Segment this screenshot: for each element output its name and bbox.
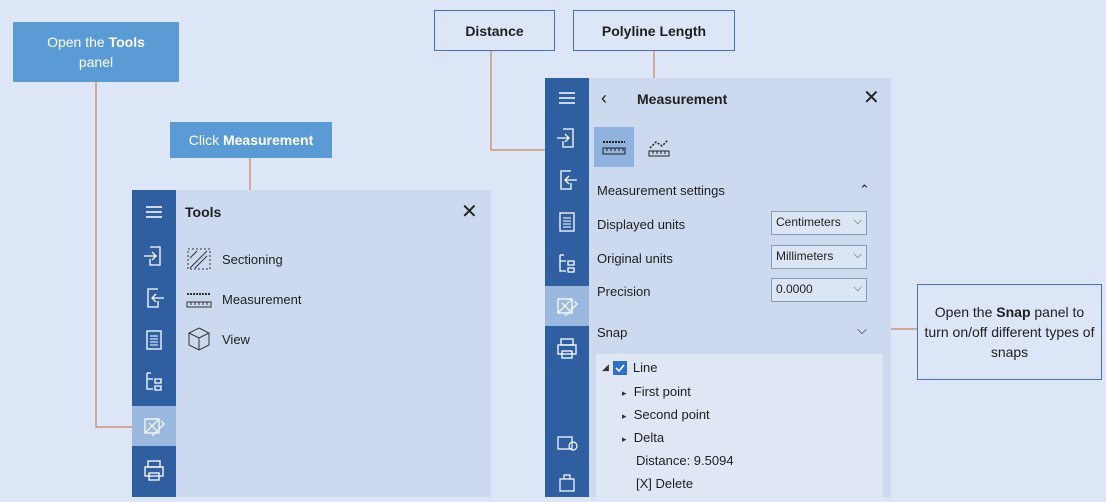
polyline-length-button[interactable]: [639, 127, 679, 167]
tree-distance-value: Distance: 9.5094: [636, 453, 734, 468]
view-cube-icon: [184, 326, 214, 352]
document-icon[interactable]: [545, 202, 589, 242]
distance-button[interactable]: [594, 127, 634, 167]
hierarchy-icon[interactable]: [545, 244, 589, 284]
callout-snap: Open the Snap panel to turn on/off diffe…: [917, 284, 1102, 380]
menu-icon[interactable]: [545, 78, 589, 118]
polyline-icon: [648, 139, 670, 157]
print-icon[interactable]: [545, 328, 589, 368]
tool-item-sectioning[interactable]: Sectioning: [184, 246, 283, 272]
tool-item-label: View: [222, 331, 250, 347]
tree-item-first-point[interactable]: ▸ First point: [622, 384, 691, 399]
export-icon[interactable]: [545, 160, 589, 200]
close-icon[interactable]: ✕: [461, 202, 478, 222]
snap-tree: ◢ Line ▸ First point ▸ Second point ▸ De…: [596, 354, 883, 497]
sectioning-icon: [184, 246, 214, 272]
tool-item-measurement[interactable]: Measurement: [184, 286, 301, 312]
chevron-down-icon: ⌵: [853, 282, 862, 294]
back-arrow-icon[interactable]: ‹: [601, 88, 607, 108]
measurement-panel: ‹ Measurement ✕ Measurement settings ⌃ D…: [589, 78, 891, 497]
measurement-ruler-icon: [184, 286, 214, 312]
callout-polyline-length: Polyline Length: [573, 10, 735, 51]
tools-icon[interactable]: [545, 286, 589, 326]
tree-delete-link[interactable]: [X] Delete: [636, 476, 693, 491]
chevron-down-icon: ⌵: [853, 215, 862, 227]
right-side-rail: [545, 78, 589, 497]
print-icon[interactable]: [132, 450, 176, 490]
expand-triangle-icon[interactable]: ◢: [602, 362, 609, 373]
help-icon[interactable]: [545, 422, 589, 462]
hierarchy-icon[interactable]: [132, 362, 176, 402]
collapsed-triangle-icon: ▸: [622, 411, 627, 421]
left-side-rail: [132, 190, 176, 497]
chevron-up-icon[interactable]: ⌃: [859, 182, 870, 198]
tool-item-label: Sectioning: [222, 251, 283, 267]
tool-item-label: Measurement: [222, 291, 302, 307]
export-icon[interactable]: [132, 278, 176, 318]
snap-chevron-down-icon[interactable]: ⌵: [857, 322, 867, 338]
tree-root-line[interactable]: ◢ Line: [602, 360, 658, 375]
tool-item-view[interactable]: View: [184, 326, 250, 352]
tree-item-delta[interactable]: ▸ Delta: [622, 430, 664, 445]
callout-open-tools: Open the Tools panel: [13, 22, 179, 82]
tools-panel: Tools ✕ Sectioning Measurement View: [176, 190, 491, 497]
displayed-units-label: Displayed units: [597, 217, 686, 232]
import-icon[interactable]: [545, 118, 589, 158]
callout-distance: Distance: [434, 10, 555, 51]
connector-open-tools: [95, 82, 134, 428]
check-icon: [615, 363, 625, 372]
chevron-down-icon: ⌵: [853, 249, 862, 261]
close-icon[interactable]: ✕: [863, 88, 880, 108]
displayed-units-select[interactable]: Centimeters ⌵: [771, 211, 867, 235]
collapsed-triangle-icon: ▸: [622, 434, 627, 444]
callout-click-measurement: Click Measurement: [170, 122, 332, 158]
distance-icon: [602, 141, 626, 155]
import-icon[interactable]: [132, 236, 176, 276]
measurement-settings-header: Measurement settings: [597, 183, 725, 198]
checkbox-checked[interactable]: [612, 360, 627, 375]
settings-icon[interactable]: [545, 462, 589, 502]
original-units-select[interactable]: Millimeters ⌵: [771, 245, 867, 269]
tools-icon[interactable]: [132, 406, 176, 446]
original-units-label: Original units: [597, 251, 673, 266]
precision-select[interactable]: 0.0000 ⌵: [771, 278, 867, 302]
precision-label: Precision: [597, 284, 651, 299]
snap-header: Snap: [597, 325, 628, 340]
document-icon[interactable]: [132, 320, 176, 360]
tools-panel-title: Tools: [185, 204, 222, 220]
menu-icon[interactable]: [132, 192, 176, 232]
collapsed-triangle-icon: ▸: [622, 388, 627, 398]
measurement-panel-title: Measurement: [637, 91, 728, 107]
tree-root-label: Line: [632, 360, 658, 375]
tree-item-second-point[interactable]: ▸ Second point: [622, 407, 710, 422]
